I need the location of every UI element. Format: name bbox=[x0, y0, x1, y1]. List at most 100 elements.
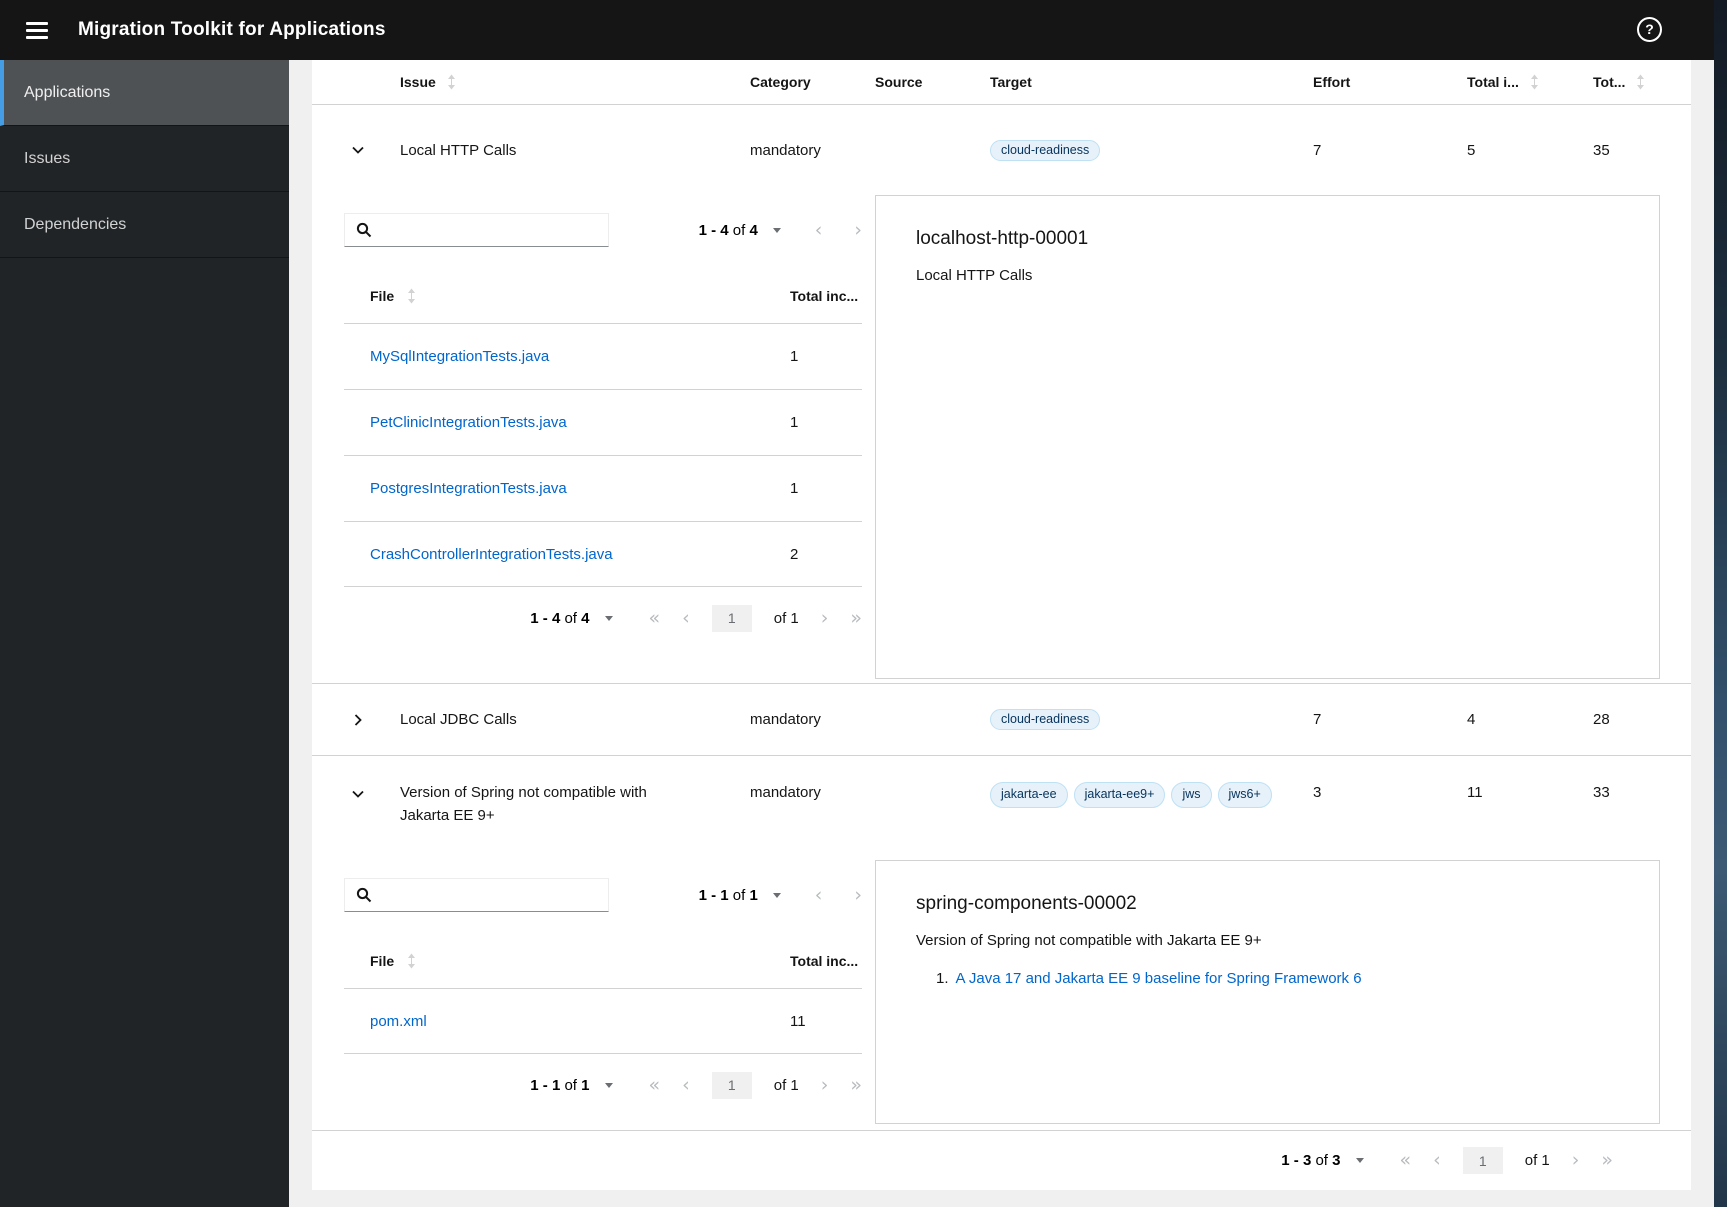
file-link[interactable]: PetClinicIntegrationTests.java bbox=[370, 414, 790, 431]
sort-total-incidents-button[interactable] bbox=[1529, 74, 1540, 90]
file-table: File Total inc... pom.xml 11 1 - 1 of 1 … bbox=[344, 934, 862, 1116]
file-table-header: File Total inc... bbox=[370, 288, 859, 304]
prev-page-button[interactable]: ‹ bbox=[815, 885, 823, 905]
rule-description: Version of Spring not compatible with Ja… bbox=[916, 932, 1262, 949]
pagination-menu-toggle[interactable]: 1 - 3 of 3 bbox=[1281, 1152, 1364, 1169]
rule-id-title: localhost-http-00001 bbox=[916, 228, 1089, 249]
sort-arrows-icon bbox=[1530, 74, 1538, 90]
target-tag: cloud-readiness bbox=[990, 139, 1101, 161]
prev-page-button[interactable]: ‹ bbox=[682, 1075, 690, 1095]
last-page-button[interactable]: » bbox=[850, 608, 862, 628]
issue-name: Local HTTP Calls bbox=[400, 141, 517, 159]
current-page-input[interactable] bbox=[711, 604, 752, 632]
first-page-button[interactable]: « bbox=[1400, 1151, 1412, 1170]
sidebar-item-dependencies[interactable]: Dependencies bbox=[0, 192, 289, 258]
issue-row-local-http-calls[interactable]: Local HTTP Calls mandatory cloud-readine… bbox=[312, 105, 1691, 195]
page-count: of 1 bbox=[1524, 1152, 1550, 1169]
pagination-menu-toggle[interactable]: 1 - 4 of 4 bbox=[530, 610, 613, 627]
issue-category: mandatory bbox=[750, 711, 821, 728]
target-tag: cloud-readiness bbox=[990, 709, 1101, 730]
column-header-total-incidents: Total i... bbox=[1467, 74, 1593, 90]
next-page-button[interactable]: › bbox=[821, 1075, 829, 1095]
issue-row-spring-jakarta[interactable]: Version of Spring not compatible with Ja… bbox=[312, 755, 1691, 860]
caret-down-icon bbox=[772, 892, 781, 898]
file-incidents: 1 bbox=[790, 414, 799, 431]
current-page-input[interactable] bbox=[1462, 1147, 1503, 1174]
page-count: of 1 bbox=[773, 1076, 799, 1094]
last-page-button[interactable]: » bbox=[1601, 1151, 1613, 1170]
next-page-button[interactable]: › bbox=[1572, 1151, 1580, 1170]
pagination-menu-toggle[interactable]: 1 - 4 of 4 bbox=[699, 222, 781, 239]
file-search bbox=[344, 213, 609, 247]
issue-total-incidents: 11 bbox=[1467, 784, 1483, 801]
help-button[interactable]: ? bbox=[1637, 17, 1662, 42]
chevron-down-icon bbox=[352, 146, 364, 154]
page-count: of 1 bbox=[773, 609, 799, 627]
sort-file-button[interactable] bbox=[406, 288, 417, 304]
file-row: PetClinicIntegrationTests.java 1 bbox=[344, 389, 862, 455]
column-header-total-storypoints: Tot... bbox=[1593, 74, 1691, 90]
prev-page-button[interactable]: ‹ bbox=[1433, 1151, 1441, 1170]
issue-total-storypoints: 28 bbox=[1593, 711, 1610, 728]
target-tag: jakarta-ee9+ bbox=[1073, 782, 1166, 808]
issue-name: Local JDBC Calls bbox=[400, 711, 517, 728]
file-search bbox=[344, 878, 609, 912]
sort-arrows-icon bbox=[408, 953, 416, 969]
nav-toggle-button[interactable] bbox=[20, 12, 54, 49]
file-search-input[interactable] bbox=[381, 222, 608, 238]
issue-total-incidents: 5 bbox=[1467, 141, 1476, 159]
file-link[interactable]: MySqlIntegrationTests.java bbox=[370, 348, 790, 365]
issues-table-card: Issue Category Source Target Effort Tota… bbox=[312, 60, 1691, 1190]
next-page-button[interactable]: › bbox=[821, 608, 829, 628]
column-header-target: Target bbox=[990, 74, 1032, 90]
first-page-button[interactable]: « bbox=[649, 1075, 661, 1095]
sidebar-item-issues[interactable]: Issues bbox=[0, 126, 289, 192]
sort-total-storypoints-button[interactable] bbox=[1635, 74, 1646, 90]
documentation-link[interactable]: A Java 17 and Jakarta EE 9 baseline for … bbox=[956, 970, 1362, 987]
issue-effort: 7 bbox=[1313, 711, 1322, 728]
next-page-button[interactable]: › bbox=[854, 220, 862, 240]
caret-down-icon bbox=[772, 227, 781, 233]
main-content: Issue Category Source Target Effort Tota… bbox=[289, 60, 1714, 1207]
issue-detail-panel: localhost-http-00001 Local HTTP Calls bbox=[875, 195, 1660, 679]
question-circle-icon: ? bbox=[1645, 21, 1654, 37]
background-edge-strip bbox=[1714, 0, 1727, 1207]
first-page-button[interactable]: « bbox=[649, 608, 661, 628]
file-incidents: 1 bbox=[790, 348, 799, 365]
current-page-input[interactable] bbox=[711, 1071, 752, 1099]
issue-effort: 3 bbox=[1313, 784, 1322, 801]
sidebar-item-applications[interactable]: Applications bbox=[0, 60, 289, 126]
issue-effort: 7 bbox=[1313, 141, 1322, 159]
file-row: PostgresIntegrationTests.java 1 bbox=[344, 455, 862, 521]
issue-row-local-jdbc-calls[interactable]: Local JDBC Calls mandatory cloud-readine… bbox=[312, 683, 1691, 755]
pagination-menu-toggle[interactable]: 1 - 1 of 1 bbox=[699, 887, 781, 904]
prev-page-button[interactable]: ‹ bbox=[682, 608, 690, 628]
file-table-toolbar: 1 - 1 of 1 ‹ › bbox=[344, 860, 862, 912]
sort-arrows-icon bbox=[1637, 74, 1645, 90]
sidebar-item-label: Dependencies bbox=[24, 215, 127, 233]
file-incidents: 11 bbox=[790, 1012, 806, 1030]
collapse-row-button[interactable] bbox=[346, 138, 370, 162]
issue-total-storypoints: 33 bbox=[1593, 784, 1610, 801]
sidebar-item-label: Applications bbox=[24, 83, 111, 101]
next-page-button[interactable]: › bbox=[854, 885, 862, 905]
last-page-button[interactable]: » bbox=[850, 1075, 862, 1095]
expand-row-button[interactable] bbox=[346, 708, 370, 732]
file-incidents: 1 bbox=[790, 480, 799, 497]
sort-file-button[interactable] bbox=[406, 953, 417, 969]
file-search-input[interactable] bbox=[381, 887, 608, 903]
sidebar: Applications Issues Dependencies bbox=[0, 60, 289, 1207]
list-index: 1. bbox=[936, 970, 949, 987]
prev-page-button[interactable]: ‹ bbox=[815, 220, 823, 240]
file-table-header: File Total inc... bbox=[370, 953, 859, 969]
file-link[interactable]: CrashControllerIntegrationTests.java bbox=[370, 546, 790, 563]
collapse-row-button[interactable] bbox=[346, 782, 370, 806]
sort-issue-button[interactable] bbox=[446, 74, 457, 90]
target-tag: jws bbox=[1171, 782, 1212, 808]
file-link[interactable]: pom.xml bbox=[370, 1013, 790, 1030]
file-link[interactable]: PostgresIntegrationTests.java bbox=[370, 480, 790, 497]
sidebar-item-label: Issues bbox=[24, 149, 71, 167]
column-header-effort: Effort bbox=[1313, 74, 1351, 90]
pagination-menu-toggle[interactable]: 1 - 1 of 1 bbox=[530, 1077, 613, 1094]
rule-id-title: spring-components-00002 bbox=[916, 893, 1137, 914]
